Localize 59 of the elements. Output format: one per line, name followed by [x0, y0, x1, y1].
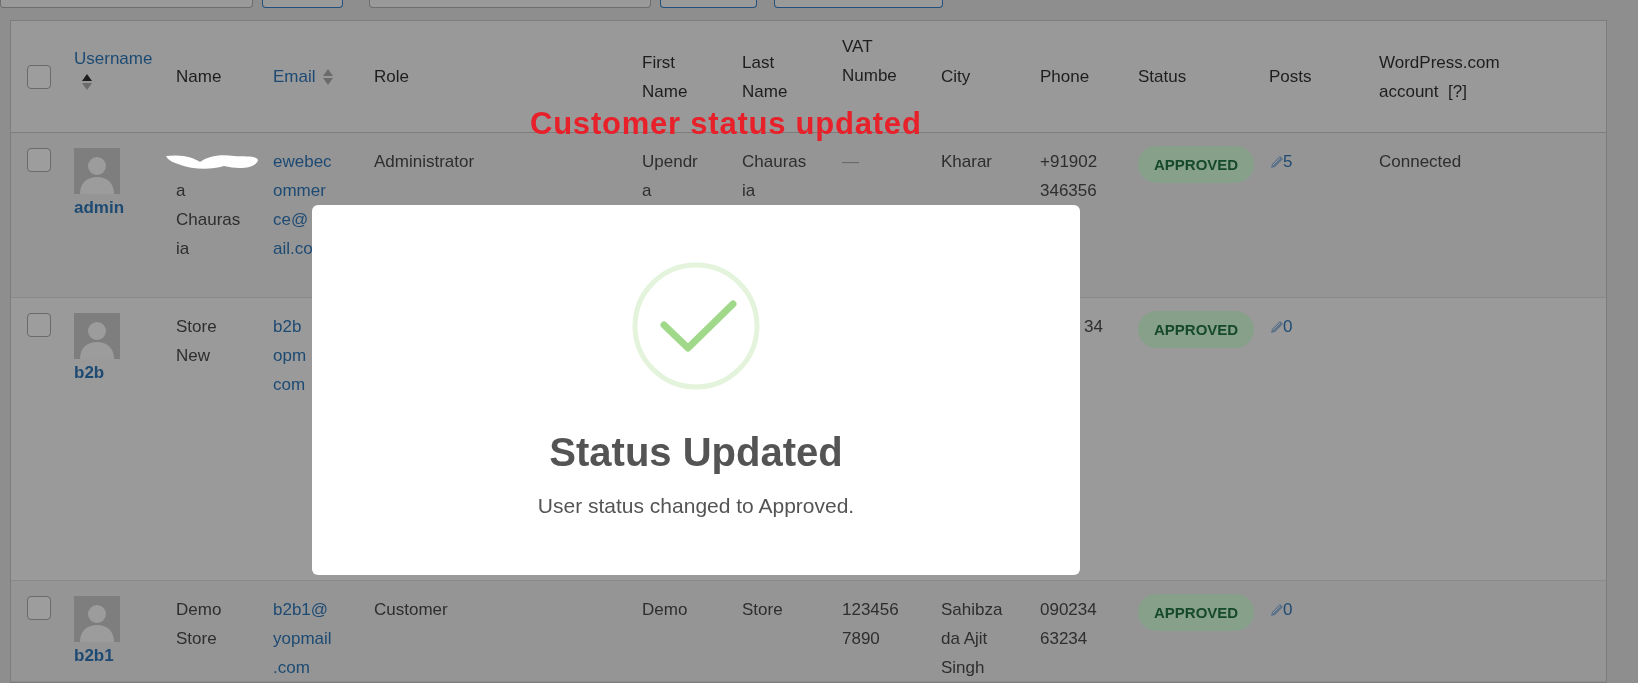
- login-link[interactable]: b2b: [74, 358, 105, 387]
- vat-text: —: [842, 151, 860, 173]
- button[interactable]: [262, 0, 343, 8]
- column-sort-link[interactable]: Username: [74, 44, 153, 73]
- column-header: Status: [1138, 66, 1188, 88]
- role-text: Customer: [374, 599, 449, 621]
- checkbox[interactable]: [27, 148, 51, 172]
- pencil-icon: [1269, 318, 1285, 335]
- vat-text: 123456 7890: [842, 599, 900, 650]
- email-address-link[interactable]: b2b1@ yopmail .com: [273, 595, 374, 682]
- column-header: City: [941, 66, 972, 88]
- city-text: Sahibza da Ajit Singh: [941, 599, 1004, 679]
- modal-message: User status changed to Approved.: [537, 493, 855, 519]
- post-count-link[interactable]: 0: [1283, 312, 1293, 341]
- first-name-text: Demo: [642, 599, 689, 621]
- name-text: Demo Store: [176, 599, 222, 650]
- pencil-icon: [1269, 153, 1285, 170]
- avatar-icon: [74, 148, 120, 194]
- login-link[interactable]: admin: [74, 193, 125, 222]
- column-header: Role: [374, 66, 410, 88]
- button[interactable]: [660, 0, 757, 8]
- column-header: VAT Numbe: [842, 36, 898, 87]
- column-header: Phone: [1040, 66, 1091, 88]
- select-field[interactable]: [369, 0, 651, 8]
- phone-text: 34: [1083, 316, 1103, 338]
- last-name-text: Store: [742, 599, 784, 621]
- checkbox[interactable]: [27, 64, 51, 89]
- role-text: Administrator: [374, 151, 476, 173]
- name-text: Store New: [176, 316, 217, 367]
- column-header: Name: [176, 66, 223, 88]
- status-badge: APPROVED: [1138, 311, 1255, 348]
- phone-text: +91902 346356: [1040, 151, 1099, 202]
- post-count-link[interactable]: 5: [1283, 147, 1293, 176]
- account-status-text: Connected: [1379, 151, 1463, 173]
- name-text: a Chauras ia: [176, 180, 241, 260]
- login-link[interactable]: b2b1: [74, 641, 114, 670]
- modal-title: Status Updated: [549, 429, 843, 476]
- success-check-icon: [632, 262, 760, 390]
- pencil-icon: [1269, 601, 1285, 618]
- first-name-text: Upendr a: [642, 151, 699, 202]
- checkbox[interactable]: [27, 313, 51, 337]
- sort-icon[interactable]: [81, 73, 93, 91]
- avatar-icon: [74, 313, 120, 359]
- column-header: Last Name: [742, 51, 789, 103]
- annotation-text: Customer status updated: [530, 107, 922, 141]
- status-badge: APPROVED: [1138, 146, 1255, 183]
- column-header: First Name: [642, 51, 689, 103]
- button[interactable]: [774, 0, 943, 8]
- phone-text: 090234 63234: [1040, 599, 1098, 650]
- column-header: Posts: [1269, 66, 1313, 88]
- column-header: WordPress.com account [?]: [1379, 51, 1501, 103]
- select-field[interactable]: [0, 0, 253, 8]
- checkbox[interactable]: [27, 596, 51, 620]
- status-badge: APPROVED: [1138, 594, 1255, 631]
- city-text: Kharar: [941, 151, 994, 173]
- avatar-icon: [74, 596, 120, 642]
- column-sort-link[interactable]: Email: [273, 62, 316, 91]
- last-name-text: Chauras ia: [742, 151, 808, 202]
- post-count-link[interactable]: 0: [1283, 595, 1293, 624]
